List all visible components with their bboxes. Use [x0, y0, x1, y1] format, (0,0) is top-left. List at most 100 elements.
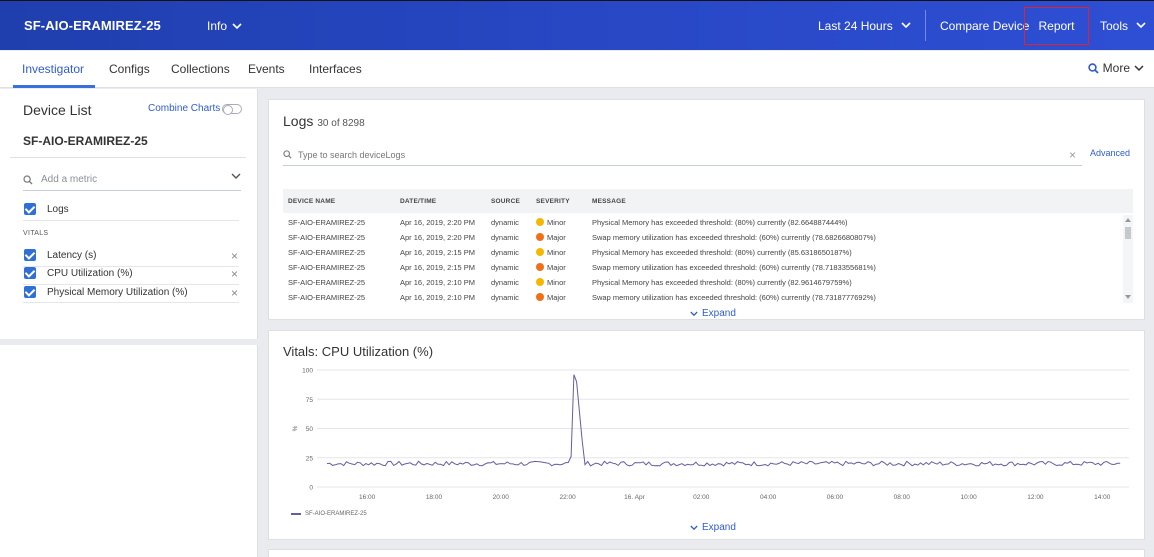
- logs-checkbox[interactable]: [24, 203, 36, 215]
- logs-table-body: SF-AIO-ERAMIREZ-25 Apr 16, 2019, 2:20 PM d…: [283, 215, 1133, 303]
- table-cell-source: dynamic: [491, 263, 519, 272]
- advanced-search-link[interactable]: Advanced: [1090, 148, 1130, 158]
- combine-charts-label[interactable]: Combine Charts: [148, 103, 220, 114]
- add-metric-input[interactable]: Add a metric: [23, 169, 241, 191]
- table-cell-device: SF-AIO-ERAMIREZ-25: [288, 248, 366, 257]
- table-row[interactable]: SF-AIO-ERAMIREZ-25 Apr 16, 2019, 2:20 PM d…: [283, 230, 1123, 244]
- column-header[interactable]: SEVERITY: [536, 198, 570, 205]
- scroll-thumb[interactable]: [1125, 227, 1131, 239]
- tab-configs[interactable]: Configs: [109, 62, 150, 76]
- tools-label: Tools: [1100, 18, 1129, 33]
- clear-search-icon[interactable]: ×: [1069, 148, 1076, 162]
- chevron-down-icon: [690, 311, 698, 316]
- scroll-up-arrow[interactable]: [1125, 218, 1131, 222]
- time-range-dropdown[interactable]: Last 24 Hours: [818, 1, 911, 50]
- table-cell-source: dynamic: [491, 248, 519, 257]
- chart-legend[interactable]: SF-AIO-ERAMIREZ-25: [291, 511, 367, 517]
- table-row[interactable]: SF-AIO-ERAMIREZ-25 Apr 16, 2019, 2:10 PM d…: [283, 275, 1123, 289]
- legend-swatch: [291, 513, 301, 515]
- compare-device-button[interactable]: Compare Device: [940, 1, 1029, 50]
- search-icon[interactable]: [1087, 62, 1099, 74]
- logs-search-input[interactable]: Type to search deviceLogs ×: [283, 144, 1082, 166]
- severity-label: Minor: [547, 248, 566, 257]
- add-metric-placeholder: Add a metric: [41, 174, 98, 185]
- logs-card: Logs 30 of 8298 Type to search deviceLogs…: [268, 99, 1145, 320]
- x-tick-label: 22:00: [559, 494, 576, 501]
- table-cell-datetime: Apr 16, 2019, 2:10 PM: [400, 293, 476, 302]
- x-tick-label: 16:00: [359, 494, 376, 501]
- chevron-down-icon: [1134, 64, 1144, 71]
- table-row[interactable]: SF-AIO-ERAMIREZ-25 Apr 16, 2019, 2:15 PM d…: [283, 245, 1123, 259]
- device-name: SF-AIO-ERAMIREZ-25: [23, 134, 148, 148]
- tools-dropdown[interactable]: Tools: [1100, 1, 1146, 50]
- memory-checkbox[interactable]: [24, 286, 36, 298]
- y-tick-label: 0: [309, 485, 313, 492]
- vitals-section-label: VITALS: [23, 230, 49, 237]
- severity-label: Major: [547, 233, 566, 242]
- table-cell-message: Physical Memory has exceeded threshold: …: [592, 248, 852, 257]
- scroll-down-arrow[interactable]: [1125, 295, 1131, 299]
- table-cell-datetime: Apr 16, 2019, 2:15 PM: [400, 263, 476, 272]
- x-tick-label: 16. Apr: [624, 494, 645, 501]
- chart-expand-button[interactable]: Expand: [690, 522, 736, 533]
- x-tick-label: 08:00: [894, 494, 911, 501]
- table-cell-datetime: Apr 16, 2019, 2:20 PM: [400, 218, 476, 227]
- chevron-down-icon[interactable]: [231, 173, 241, 180]
- active-tab-indicator: [13, 85, 95, 88]
- table-cell-severity: Minor: [536, 218, 566, 227]
- x-tick-label: 20:00: [493, 494, 510, 501]
- column-header[interactable]: DATE/TIME: [400, 198, 436, 205]
- legend-series-name: SF-AIO-ERAMIREZ-25: [305, 511, 367, 517]
- table-row[interactable]: SF-AIO-ERAMIREZ-25 Apr 16, 2019, 2:15 PM d…: [283, 260, 1123, 274]
- vital-label: Latency (s): [47, 249, 97, 261]
- chevron-down-icon: [690, 525, 698, 530]
- tab-investigator[interactable]: Investigator: [22, 62, 84, 76]
- remove-icon[interactable]: ×: [231, 286, 238, 300]
- info-dropdown[interactable]: Info: [207, 19, 242, 33]
- vital-label: CPU Utilization (%): [47, 267, 133, 279]
- severity-dot-icon: [536, 263, 544, 271]
- combine-charts-toggle[interactable]: [222, 104, 242, 115]
- logs-scrollbar[interactable]: [1123, 215, 1133, 303]
- divider: [925, 10, 926, 41]
- chevron-down-icon: [232, 22, 242, 29]
- table-cell-source: dynamic: [491, 218, 519, 227]
- logs-expand-button[interactable]: Expand: [690, 308, 736, 319]
- series-line-SF-AIO-ERAMIREZ-25: [326, 374, 1121, 467]
- report-button[interactable]: Report: [1024, 7, 1089, 45]
- x-tick-label: 10:00: [960, 494, 977, 501]
- divider: [23, 220, 239, 221]
- severity-dot-icon: [536, 233, 544, 241]
- vital-label: Physical Memory Utilization (%): [47, 286, 188, 298]
- latency-checkbox[interactable]: [24, 249, 36, 261]
- remove-icon[interactable]: ×: [231, 267, 238, 281]
- next-card: [268, 549, 1145, 557]
- more-dropdown[interactable]: More: [1087, 61, 1144, 75]
- panel-divider: [0, 339, 258, 345]
- tab-interfaces[interactable]: Interfaces: [309, 62, 362, 76]
- tab-collections[interactable]: Collections: [171, 62, 230, 76]
- x-tick-label: 12:00: [1027, 494, 1044, 501]
- remove-icon[interactable]: ×: [231, 249, 238, 263]
- search-icon: [283, 150, 292, 159]
- column-header[interactable]: DEVICE NAME: [288, 198, 335, 205]
- x-tick-label: 14:00: [1094, 494, 1111, 501]
- table-cell-datetime: Apr 16, 2019, 2:20 PM: [400, 233, 476, 242]
- tab-events[interactable]: Events: [248, 62, 285, 76]
- x-tick-label: 04:00: [760, 494, 777, 501]
- column-header[interactable]: MESSAGE: [592, 198, 626, 205]
- severity-dot-icon: [536, 248, 544, 256]
- severity-label: Minor: [547, 218, 566, 227]
- x-tick-label: 18:00: [426, 494, 443, 501]
- column-header[interactable]: SOURCE: [491, 198, 520, 205]
- search-icon: [23, 174, 33, 185]
- cpu-checkbox[interactable]: [24, 267, 36, 279]
- table-row[interactable]: SF-AIO-ERAMIREZ-25 Apr 16, 2019, 2:10 PM d…: [283, 290, 1123, 303]
- table-row[interactable]: SF-AIO-ERAMIREZ-25 Apr 16, 2019, 2:20 PM d…: [283, 215, 1123, 229]
- table-cell-severity: Minor: [536, 248, 566, 257]
- logs-title: Logs 30 of 8298: [283, 113, 365, 129]
- logs-metric-row: Logs: [24, 203, 239, 215]
- divider: [10, 157, 246, 158]
- severity-dot-icon: [536, 278, 544, 286]
- severity-label: Major: [547, 293, 566, 302]
